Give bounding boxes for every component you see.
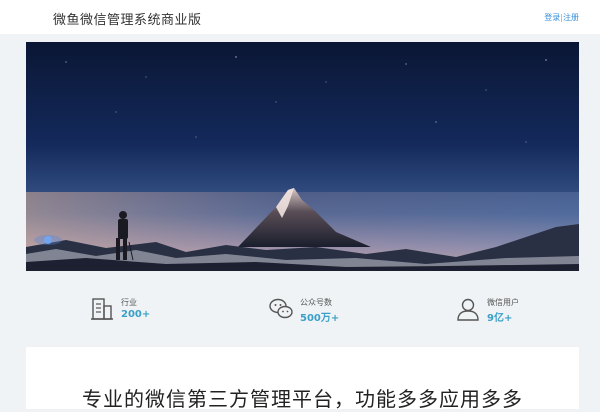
stat-users-value: 9亿+	[487, 313, 513, 324]
site-title[interactable]: 微鱼微信管理系统商业版	[53, 9, 202, 28]
building-icon	[91, 298, 113, 320]
register-link[interactable]: 注册	[563, 13, 579, 22]
mountain-night-scene	[26, 42, 579, 271]
intro-panel: 专业的微信第三方管理平台，功能多多应用多多	[26, 347, 579, 411]
stat-accounts-label: 公众号数	[300, 298, 332, 307]
stat-industry-value: 200+	[121, 309, 151, 320]
platform-slogan: 专业的微信第三方管理平台，功能多多应用多多	[82, 387, 523, 411]
auth-links: 登录|注册	[544, 12, 579, 23]
top-header: 微鱼微信管理系统商业版 登录|注册	[0, 0, 600, 34]
stat-industry-label: 行业	[121, 298, 137, 307]
stat-accounts-value: 500万+	[300, 313, 340, 324]
stat-users-label: 微信用户	[487, 298, 519, 307]
user-icon	[457, 298, 479, 321]
login-link[interactable]: 登录	[544, 13, 560, 22]
wechat-icon	[269, 298, 293, 319]
hero-banner-image	[26, 42, 579, 271]
stats-bar: 行业 200+ 公众号数 500万+ 微信用户 9亿+	[0, 288, 600, 332]
